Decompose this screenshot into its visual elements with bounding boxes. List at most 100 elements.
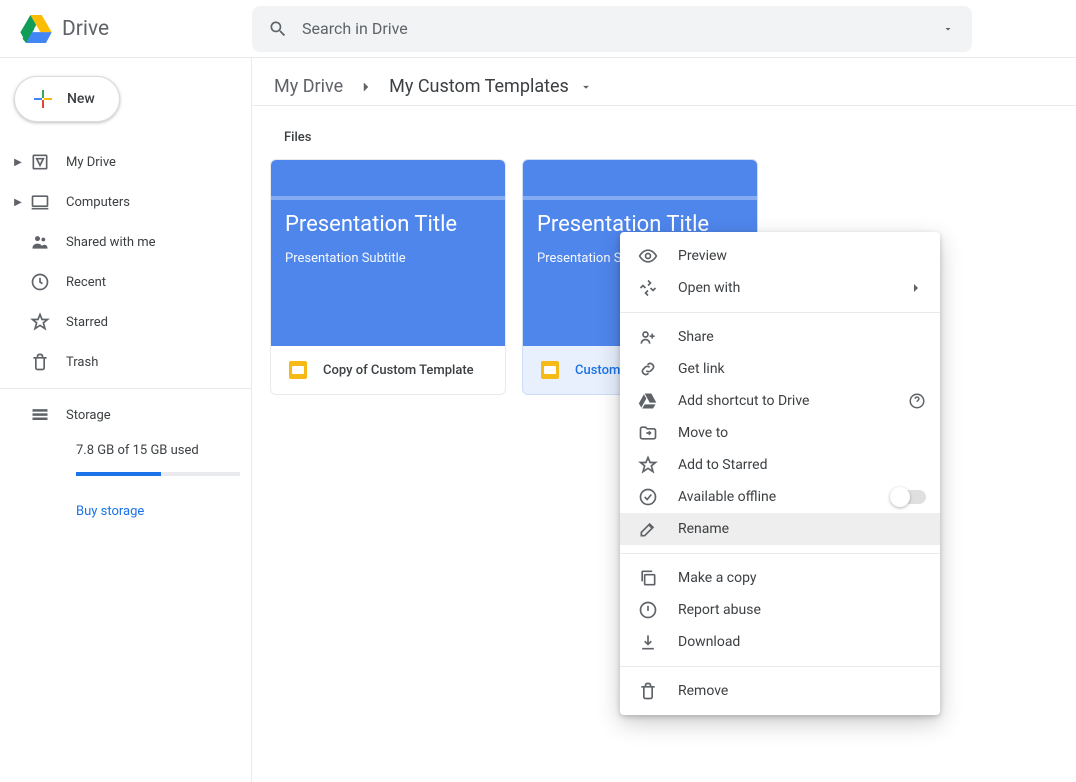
ctx-separator <box>620 666 940 667</box>
recent-icon <box>28 270 52 294</box>
files-section-label: Files <box>284 130 1076 145</box>
thumb-subtitle: Presentation Subtitle <box>285 251 491 266</box>
offline-icon <box>636 485 660 509</box>
search-input[interactable] <box>302 19 956 38</box>
sidebar-item-label: Trash <box>66 355 98 370</box>
chevron-right-icon <box>357 78 375 96</box>
plus-icon <box>31 87 55 111</box>
ctx-separator <box>620 553 940 554</box>
ctx-label: Download <box>678 634 740 650</box>
ctx-label: Move to <box>678 425 728 441</box>
ctx-separator <box>620 312 940 313</box>
file-card[interactable]: Presentation Title Presentation Subtitle… <box>270 159 506 395</box>
sidebar-separator <box>0 388 251 389</box>
chevron-down-icon <box>579 80 593 94</box>
storage-icon <box>28 403 52 427</box>
open-with-icon <box>636 276 660 300</box>
chevron-right-icon <box>908 280 924 296</box>
ctx-add-to-starred[interactable]: Add to Starred <box>620 449 940 481</box>
slides-icon <box>289 361 307 379</box>
sidebar-item-label: My Drive <box>66 155 116 170</box>
storage-bar-fill <box>76 472 161 476</box>
expand-icon[interactable]: ▶ <box>12 157 24 168</box>
new-button-label: New <box>67 91 95 107</box>
app-header: Drive <box>0 0 1076 58</box>
ctx-label: Remove <box>678 683 728 699</box>
ctx-remove[interactable]: Remove <box>620 675 940 707</box>
ctx-add-shortcut[interactable]: Add shortcut to Drive <box>620 385 940 417</box>
ctx-download[interactable]: Download <box>620 626 940 658</box>
sidebar-item-computers[interactable]: ▶ Computers <box>0 182 251 222</box>
rename-icon <box>636 517 660 541</box>
ctx-move-to[interactable]: Move to <box>620 417 940 449</box>
move-icon <box>636 421 660 445</box>
sidebar-item-recent[interactable]: Recent <box>0 262 251 302</box>
ctx-rename[interactable]: Rename <box>620 513 940 545</box>
buy-storage-link[interactable]: Buy storage <box>76 504 144 519</box>
ctx-label: Available offline <box>678 489 776 505</box>
ctx-preview[interactable]: Preview <box>620 240 940 272</box>
sidebar-item-label: Starred <box>66 315 108 330</box>
link-icon <box>636 357 660 381</box>
trash-icon <box>636 679 660 703</box>
ctx-label: Add to Starred <box>678 457 767 473</box>
sidebar-item-storage[interactable]: Storage <box>0 395 251 435</box>
storage-usage-text: 7.8 GB of 15 GB used <box>76 443 251 458</box>
slides-icon <box>541 361 559 379</box>
computers-icon <box>28 190 52 214</box>
sidebar: New ▶ My Drive ▶ Computers Shared with m… <box>0 58 252 782</box>
sidebar-item-shared[interactable]: Shared with me <box>0 222 251 262</box>
ctx-label: Get link <box>678 361 725 377</box>
ctx-get-link[interactable]: Get link <box>620 353 940 385</box>
sidebar-item-trash[interactable]: Trash <box>0 342 251 382</box>
sidebar-item-label: Shared with me <box>66 235 156 250</box>
search-dropdown-icon[interactable] <box>942 23 954 35</box>
ctx-label: Open with <box>678 280 740 296</box>
ctx-label: Rename <box>678 521 729 537</box>
help-icon[interactable] <box>908 392 926 410</box>
report-icon <box>636 598 660 622</box>
breadcrumb-current[interactable]: My Custom Templates <box>389 76 593 97</box>
logo[interactable]: Drive <box>20 15 252 43</box>
thumb-title: Presentation Title <box>285 212 491 237</box>
storage-block: 7.8 GB of 15 GB used Buy storage <box>0 435 251 519</box>
context-menu: Preview Open with Share Get link Add sho… <box>620 232 940 715</box>
drive-logo-icon <box>20 15 52 43</box>
ctx-label: Share <box>678 329 714 345</box>
drive-shortcut-icon <box>636 389 660 413</box>
sidebar-item-my-drive[interactable]: ▶ My Drive <box>0 142 251 182</box>
ctx-share[interactable]: Share <box>620 321 940 353</box>
my-drive-icon <box>28 150 52 174</box>
offline-toggle[interactable] <box>892 490 926 504</box>
ctx-label: Add shortcut to Drive <box>678 393 809 409</box>
sidebar-item-label: Storage <box>66 408 111 423</box>
share-icon <box>636 325 660 349</box>
download-icon <box>636 630 660 654</box>
ctx-available-offline[interactable]: Available offline <box>620 481 940 513</box>
sidebar-item-starred[interactable]: Starred <box>0 302 251 342</box>
breadcrumb: My Drive My Custom Templates <box>252 58 1076 106</box>
shared-icon <box>28 230 52 254</box>
copy-icon <box>636 566 660 590</box>
breadcrumb-current-label: My Custom Templates <box>389 76 569 97</box>
ctx-make-a-copy[interactable]: Make a copy <box>620 562 940 594</box>
search-box[interactable] <box>252 6 972 52</box>
expand-icon[interactable]: ▶ <box>12 197 24 208</box>
sidebar-item-label: Recent <box>66 275 106 290</box>
file-thumbnail: Presentation Title Presentation Subtitle <box>271 160 505 346</box>
new-button[interactable]: New <box>14 76 120 122</box>
ctx-label: Make a copy <box>678 570 757 586</box>
star-icon <box>636 453 660 477</box>
breadcrumb-root[interactable]: My Drive <box>274 76 343 97</box>
ctx-open-with[interactable]: Open with <box>620 272 940 304</box>
trash-icon <box>28 350 52 374</box>
logo-text: Drive <box>62 17 109 41</box>
ctx-label: Preview <box>678 248 727 264</box>
ctx-report-abuse[interactable]: Report abuse <box>620 594 940 626</box>
file-label: Copy of Custom Template <box>271 346 505 394</box>
eye-icon <box>636 244 660 268</box>
ctx-label: Report abuse <box>678 602 761 618</box>
search-icon <box>268 19 288 39</box>
storage-bar <box>76 472 240 476</box>
file-name: Copy of Custom Template <box>323 363 474 378</box>
